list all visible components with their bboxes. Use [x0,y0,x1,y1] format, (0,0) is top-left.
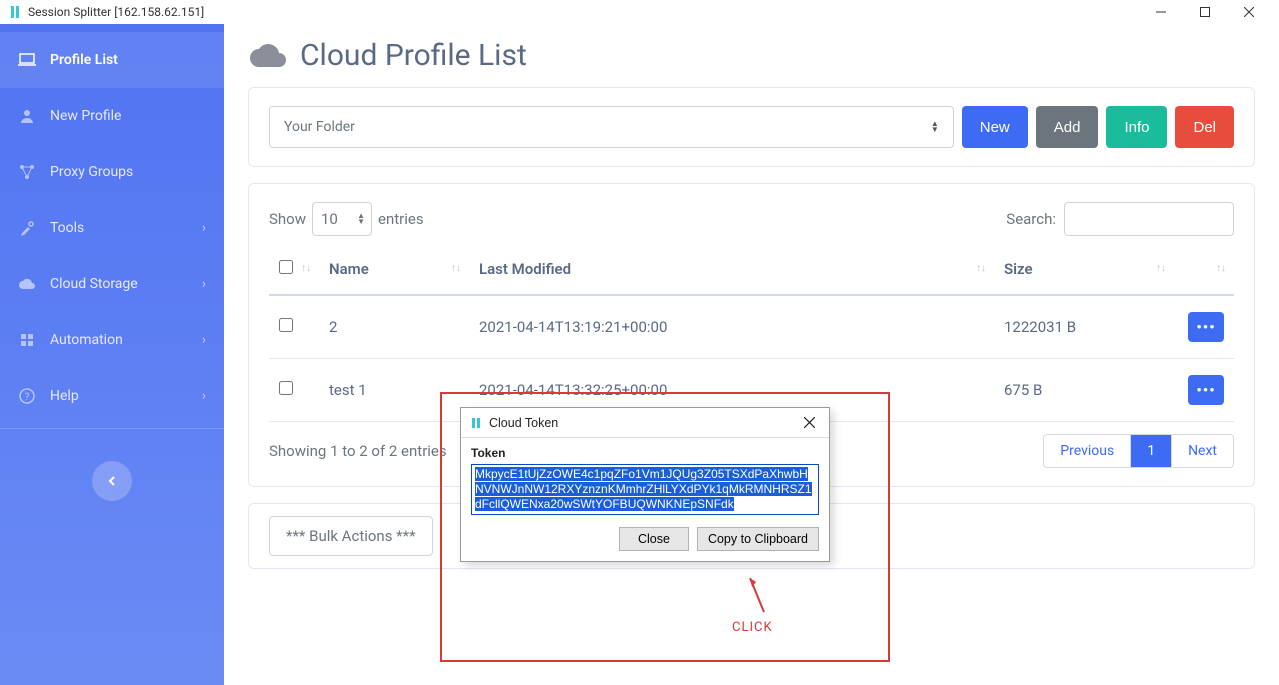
sidebar-item-help[interactable]: ? Help › [0,368,224,424]
copy-to-clipboard-button[interactable]: Copy to Clipboard [697,527,819,551]
sidebar-item-label: New Profile [50,108,121,124]
folder-select-value: Your Folder [284,119,355,135]
sidebar-item-cloud-storage[interactable]: Cloud Storage › [0,256,224,312]
entries-value: 10 [321,210,338,228]
sidebar-item-label: Profile List [50,52,118,68]
token-value: MkpycE1tUjZzOWE4c1pqZFo1Vm1JQUg3Z05TSXdP… [475,467,812,511]
dialog-close-button[interactable] [797,411,821,435]
window-minimize-button[interactable] [1139,0,1183,24]
laptop-icon [18,51,36,69]
chevron-right-icon: › [202,276,206,292]
entries-label: entries [378,210,424,228]
chevron-right-icon: › [202,388,206,404]
tools-icon [18,219,36,237]
main-content: Cloud Profile List Your Folder ▲▼ New Ad… [224,24,1279,685]
search-input[interactable] [1064,202,1234,236]
profiles-table: ↑↓ Name ↑↓ Last Modified ↑↓ Size ↑↓ ↑↓ 2 20… [269,244,1234,422]
sidebar-item-label: Cloud Storage [50,276,138,292]
sort-icon[interactable]: ↑↓ [301,265,311,273]
cell-size: 1222031 B [994,295,1174,359]
select-caret-icon: ▲▼ [357,213,365,225]
cloud-icon [248,43,286,69]
sidebar-item-label: Tools [50,220,84,236]
sidebar-item-automation[interactable]: Automation › [0,312,224,368]
table-row: 2 2021-04-14T13:19:21+00:00 1222031 B ••… [269,295,1234,359]
window-maximize-button[interactable] [1183,0,1227,24]
token-textarea[interactable]: MkpycE1tUjZzOWE4c1pqZFo1Vm1JQUg3Z05TSXdP… [471,464,819,515]
sidebar: Profile List New Profile Proxy Groups To… [0,24,224,685]
folder-select[interactable]: Your Folder ▲▼ [269,106,954,148]
chevron-right-icon: › [202,220,206,236]
sidebar-collapse-button[interactable] [92,461,132,501]
sidebar-item-label: Proxy Groups [50,164,133,180]
sidebar-item-label: Automation [50,332,123,348]
sidebar-item-proxy-groups[interactable]: Proxy Groups [0,144,224,200]
user-icon [18,107,36,125]
select-caret-icon: ▲▼ [931,121,939,133]
show-label: Show [269,210,306,228]
folder-card: Your Folder ▲▼ New Add Info Del [248,87,1255,167]
dialog-title: Cloud Token [489,416,558,430]
token-label: Token [471,446,819,460]
del-button[interactable]: Del [1175,106,1234,148]
col-name: Name [329,260,369,278]
sort-icon[interactable]: ↑↓ [1156,265,1166,273]
col-size: Size [1004,260,1033,278]
page-heading: Cloud Profile List [300,38,527,73]
help-icon: ? [18,387,36,405]
sort-icon[interactable]: ↑↓ [976,265,986,273]
new-button[interactable]: New [962,106,1028,148]
table-info: Showing 1 to 2 of 2 entries [269,442,447,460]
row-checkbox[interactable] [279,381,293,395]
pager-next[interactable]: Next [1171,435,1233,467]
window-titlebar: Session Splitter [162.158.62.151] [0,0,1279,24]
add-button[interactable]: Add [1036,106,1099,148]
cell-name: 2 [319,295,469,359]
sidebar-divider [0,428,224,429]
row-actions-button[interactable]: ••• [1188,375,1224,405]
sidebar-item-tools[interactable]: Tools › [0,200,224,256]
pager-prev[interactable]: Previous [1044,435,1130,467]
svg-text:?: ? [25,392,30,403]
row-checkbox[interactable] [279,318,293,332]
sidebar-item-profile-list[interactable]: Profile List [0,32,224,88]
pagination: Previous 1 Next [1043,434,1234,468]
app-icon [469,416,483,430]
dialog-close-action-button[interactable]: Close [619,527,689,551]
cell-name: test 1 [319,359,469,422]
sidebar-item-new-profile[interactable]: New Profile [0,88,224,144]
search-label: Search: [1006,210,1056,228]
cell-modified: 2021-04-14T13:19:21+00:00 [469,295,994,359]
bulk-actions-select[interactable]: *** Bulk Actions *** [269,516,433,556]
sort-icon[interactable]: ↑↓ [1216,265,1226,273]
entries-select[interactable]: 10 ▲▼ [312,202,372,236]
cloud-token-dialog: Cloud Token Token MkpycE1tUjZzOWE4c1pqZF… [460,407,830,562]
info-button[interactable]: Info [1106,106,1167,148]
cell-size: 675 B [994,359,1174,422]
puzzle-icon [18,331,36,349]
sort-icon[interactable]: ↑↓ [451,265,461,273]
sidebar-item-label: Help [50,388,79,404]
select-all-checkbox[interactable] [279,260,293,274]
pager-page[interactable]: 1 [1130,435,1171,467]
network-icon [18,163,36,181]
dialog-titlebar: Cloud Token [461,408,829,438]
chevron-right-icon: › [202,332,206,348]
cloud-icon [18,275,36,293]
window-close-button[interactable] [1227,0,1271,24]
app-icon [8,5,22,19]
page-title: Cloud Profile List [248,38,1255,73]
col-modified: Last Modified [479,260,571,278]
row-actions-button[interactable]: ••• [1188,312,1224,342]
window-title: Session Splitter [162.158.62.151] [28,5,204,19]
